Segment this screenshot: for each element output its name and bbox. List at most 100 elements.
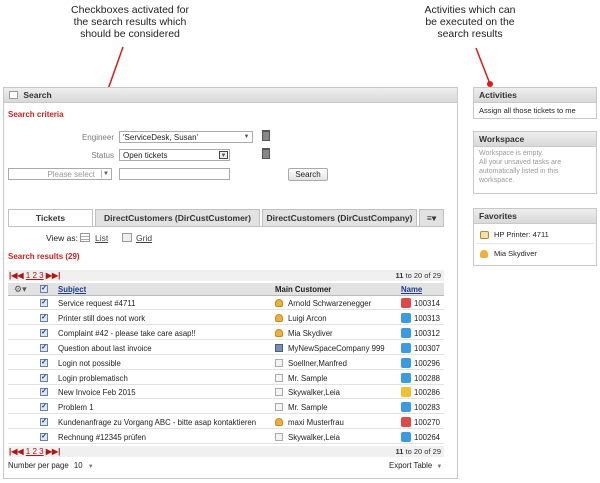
row-checkbox[interactable]: ✓ — [40, 313, 48, 322]
row-checkbox[interactable]: ✓ — [40, 358, 48, 367]
trash-icon[interactable] — [262, 148, 270, 159]
row-name[interactable]: 100286 — [414, 386, 440, 399]
range-from: 11 — [395, 271, 404, 280]
row-name[interactable]: 100296 — [414, 357, 440, 370]
last-page-icon[interactable]: ▶| — [52, 447, 60, 456]
row-subject[interactable]: Rechnung #12345 prüfen — [58, 431, 273, 444]
select-all-checkbox[interactable]: ✓ — [40, 285, 48, 293]
row-subject[interactable]: Service request #4711 — [58, 297, 273, 310]
row-subject[interactable]: Complaint #42 - please take care asap!! — [58, 327, 273, 340]
tab-dircust-company[interactable]: DirectCustomers (DirCustCompany) — [262, 209, 417, 226]
row-customer[interactable]: Luigi Arcon — [288, 312, 398, 325]
trash-icon[interactable] — [262, 130, 270, 141]
page-numbers[interactable]: 1 2 3 — [26, 271, 44, 280]
row-name[interactable]: 100312 — [414, 327, 440, 340]
row-name[interactable]: 100314 — [414, 297, 440, 310]
row-subject[interactable]: New Invoice Feb 2015 — [58, 386, 273, 399]
row-checkbox[interactable]: ✓ — [40, 373, 48, 382]
row-name[interactable]: 100283 — [414, 401, 440, 414]
row-name[interactable]: 100288 — [414, 372, 440, 385]
workspace-panel: Workspace Workspace is empty. All your u… — [473, 131, 597, 194]
export-table-control[interactable]: Export Table ▼ — [389, 461, 442, 470]
ticket-status-icon — [401, 402, 411, 413]
last-page-icon[interactable]: ▶| — [52, 271, 60, 280]
name-column-header[interactable]: Name — [401, 283, 422, 296]
table-row[interactable]: ✓ Service request #4711 Arnold Schwarzeneg… — [8, 297, 444, 310]
row-name[interactable]: 100264 — [414, 431, 440, 444]
row-checkbox[interactable]: ✓ — [40, 299, 48, 307]
row-name[interactable]: 100313 — [414, 312, 440, 325]
pagination-links[interactable]: |◀◀ 1 2 3 ▶▶| — [9, 270, 60, 281]
row-customer[interactable]: Mr. Sample — [288, 372, 398, 385]
tab-tickets[interactable]: Tickets — [8, 209, 93, 226]
per-page-control[interactable]: Number per page 10 ▼ — [8, 461, 94, 470]
row-customer[interactable]: Skywalker,Leia — [288, 431, 398, 444]
ticket-status-icon — [401, 312, 411, 323]
chevron-down-icon[interactable]: ▼ — [436, 464, 442, 470]
page-numbers[interactable]: 1 2 3 — [26, 447, 44, 456]
table-row[interactable]: ✓ Rechnung #12345 prüfen Skywalker,Leia 100… — [8, 431, 444, 445]
row-customer[interactable]: Arnold Schwarzenegger — [288, 297, 398, 310]
workspace-text-line: automatically listed in this — [479, 168, 559, 175]
criteria-value-input[interactable] — [119, 168, 230, 180]
gear-icon[interactable]: ⚙▾ — [14, 283, 27, 296]
field-select[interactable]: Please select ▼ — [8, 168, 112, 180]
table-row[interactable]: ✓ Login problematisch Mr. Sample 100288 — [8, 372, 444, 385]
assign-tickets-action[interactable]: Assign all those tickets to me — [474, 103, 596, 118]
table-row[interactable]: ✓ Problem 1 Mr. Sample 100283 — [8, 401, 444, 415]
subject-column-header[interactable]: Subject — [58, 283, 86, 296]
row-subject[interactable]: Problem 1 — [58, 401, 273, 414]
chevron-down-icon: ▼ — [219, 151, 228, 159]
search-button[interactable]: Search — [288, 168, 328, 181]
grid-view-link[interactable]: Grid — [136, 233, 152, 243]
row-customer[interactable]: maxi Musterfrau — [288, 416, 398, 429]
pagination-links[interactable]: |◀◀ 1 2 3 ▶▶| — [9, 446, 60, 457]
prev-page-icon[interactable]: ◀ — [17, 447, 23, 456]
chevron-down-icon[interactable]: ▼ — [88, 464, 94, 470]
per-page-value[interactable]: 10 — [74, 461, 83, 470]
favorite-item-printer[interactable]: HP Printer: 4711 — [476, 226, 594, 244]
status-select[interactable]: Open tickets ▼ — [119, 149, 230, 161]
tab-tickets-label: Tickets — [35, 213, 66, 223]
row-customer[interactable]: MyNewSpaceCompany 999 — [288, 342, 398, 355]
list-view-link[interactable]: List — [95, 233, 108, 243]
row-checkbox[interactable]: ✓ — [40, 388, 48, 397]
range-text: to 20 of 29 — [405, 447, 441, 456]
row-checkbox[interactable]: ✓ — [40, 343, 48, 352]
list-icon[interactable] — [80, 233, 90, 242]
row-checkbox[interactable]: ✓ — [40, 418, 48, 427]
engineer-select[interactable]: 'ServiceDesk, Susan' ▼ — [119, 131, 253, 143]
table-row[interactable]: ✓ Printer still does not work Luigi Arcon 1… — [8, 312, 444, 325]
row-customer[interactable]: Skywalker,Leia — [288, 386, 398, 399]
tab-more-menu[interactable]: ≡▾ — [419, 209, 444, 226]
search-criteria-label: Search criteria — [8, 110, 64, 119]
row-checkbox[interactable]: ✓ — [40, 403, 48, 412]
favorite-item-person[interactable]: Mia Skydiver — [476, 245, 594, 263]
row-subject[interactable]: Question about last invoice — [58, 342, 273, 355]
table-row[interactable]: ✓ Complaint #42 - please take care asap!!… — [8, 327, 444, 340]
row-subject[interactable]: Kundenanfrage zu Vorgang ABC - bitte asa… — [58, 416, 273, 429]
row-subject[interactable]: Printer still does not work — [58, 312, 273, 325]
row-subject[interactable]: Login not possible — [58, 357, 273, 370]
row-name[interactable]: 100307 — [414, 342, 440, 355]
row-checkbox[interactable]: ✓ — [40, 328, 48, 337]
row-customer[interactable]: Soellner,Manfred — [288, 357, 398, 370]
ticket-status-icon — [401, 417, 411, 428]
customer-column-header[interactable]: Main Customer — [275, 283, 331, 296]
prev-page-icon[interactable]: ◀ — [17, 271, 23, 280]
tab-dircust-customer[interactable]: DirectCustomers (DirCustCustomer) — [95, 209, 260, 226]
row-subject[interactable]: Login problematisch — [58, 372, 273, 385]
grid-icon[interactable] — [122, 233, 132, 242]
table-row[interactable]: ✓ New Invoice Feb 2015 Skywalker,Leia 10028… — [8, 386, 444, 400]
row-checkbox[interactable]: ✓ — [40, 433, 48, 442]
tab-underline — [8, 226, 444, 227]
favorites-title: Favorites — [474, 209, 596, 224]
row-name[interactable]: 100270 — [414, 416, 440, 429]
row-customer[interactable]: Mia Skydiver — [288, 327, 398, 340]
search-panel-title: Search — [23, 90, 52, 100]
table-row[interactable]: ✓ Kundenanfrage zu Vorgang ABC - bitte as… — [8, 416, 444, 430]
table-row[interactable]: ✓ Login not possible Soellner,Manfred 10029… — [8, 357, 444, 370]
row-customer[interactable]: Mr. Sample — [288, 401, 398, 414]
table-row[interactable]: ✓ Question about last invoice MyNewSpaceCo… — [8, 342, 444, 355]
export-table-label[interactable]: Export Table — [389, 461, 432, 470]
